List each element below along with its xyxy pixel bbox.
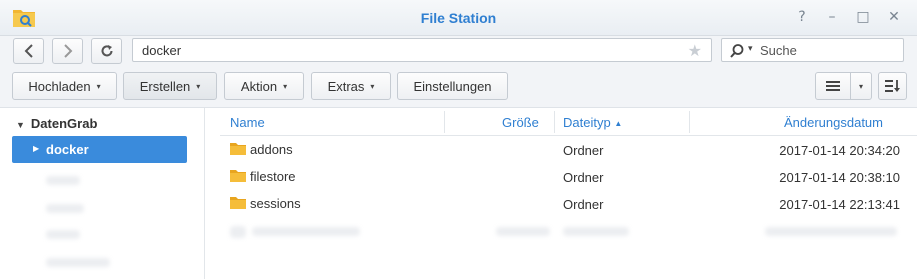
forward-button[interactable] bbox=[52, 38, 83, 64]
sort-icon bbox=[884, 80, 900, 92]
chevron-down-icon: ▾ bbox=[370, 81, 375, 91]
file-date: 2017-01-14 20:38:10 bbox=[779, 170, 900, 185]
expand-triangle-icon[interactable]: ▼ bbox=[16, 120, 25, 130]
folder-tree: ▼ DatenGrab ▶ docker bbox=[0, 108, 205, 279]
sort-button[interactable] bbox=[878, 72, 907, 100]
column-divider[interactable] bbox=[444, 111, 445, 133]
action-label: Aktion bbox=[240, 78, 278, 94]
column-header-name[interactable]: Name bbox=[230, 115, 265, 130]
column-header-size[interactable]: Größe bbox=[502, 115, 539, 130]
blurred-file-date bbox=[765, 227, 897, 236]
blurred-file-size bbox=[496, 227, 550, 236]
folder-icon bbox=[230, 197, 246, 209]
folder-icon bbox=[230, 143, 246, 155]
column-header-type[interactable]: Dateityp ▲ bbox=[563, 115, 622, 130]
file-date: 2017-01-14 22:13:41 bbox=[779, 197, 900, 212]
blurred-tree-item bbox=[46, 204, 84, 213]
upload-button[interactable]: Hochladen ▾ bbox=[12, 72, 117, 100]
search-options-caret-icon[interactable]: ▾ bbox=[748, 43, 753, 54]
blurred-tree-item bbox=[46, 230, 80, 239]
chevron-down-icon: ▾ bbox=[283, 81, 288, 91]
file-list-header: Name Größe Dateityp ▲ Änderungsdatum bbox=[220, 108, 917, 136]
column-header-type-label: Dateityp bbox=[563, 115, 611, 130]
refresh-button[interactable] bbox=[91, 38, 122, 64]
extras-label: Extras bbox=[327, 78, 365, 94]
file-date: 2017-01-14 20:34:20 bbox=[779, 143, 900, 158]
tree-root-label: DatenGrab bbox=[30, 116, 98, 131]
blurred-file-name bbox=[252, 227, 360, 236]
title-bar: File Station ? – □ ✕ bbox=[0, 0, 917, 36]
list-view-icon bbox=[826, 81, 840, 91]
view-options-button[interactable]: ▾ bbox=[850, 72, 872, 100]
blurred-file-type bbox=[563, 227, 629, 236]
file-type: Ordner bbox=[563, 197, 604, 212]
collapse-triangle-icon[interactable]: ▶ bbox=[33, 144, 39, 153]
blurred-tree-item bbox=[46, 258, 110, 267]
table-row[interactable]: addons Ordner 2017-01-14 20:34:20 bbox=[220, 136, 917, 163]
tree-item-label: docker bbox=[46, 142, 89, 157]
blurred-tree-item bbox=[46, 176, 80, 185]
chevron-right-icon bbox=[63, 44, 72, 58]
maximize-icon[interactable]: □ bbox=[855, 9, 871, 25]
file-name: filestore bbox=[250, 169, 296, 184]
settings-label: Einstellungen bbox=[413, 78, 492, 94]
column-divider[interactable] bbox=[689, 111, 690, 133]
toolbar: Hochladen ▾ Erstellen ▾ Aktion ▾ Extras … bbox=[0, 68, 917, 108]
refresh-icon bbox=[101, 45, 112, 57]
help-icon[interactable]: ? bbox=[794, 9, 810, 25]
folder-icon bbox=[230, 170, 246, 182]
chevron-down-icon: ▾ bbox=[96, 81, 101, 91]
list-view-button[interactable] bbox=[815, 72, 851, 100]
blurred-file-icon bbox=[230, 226, 246, 238]
chevron-left-icon bbox=[24, 44, 33, 58]
action-button[interactable]: Aktion ▾ bbox=[224, 72, 304, 100]
tree-root-datengrab[interactable]: ▼ DatenGrab bbox=[16, 116, 97, 131]
table-row[interactable]: sessions Ordner 2017-01-14 22:13:41 bbox=[220, 190, 917, 217]
table-row[interactable]: filestore Ordner 2017-01-14 20:38:10 bbox=[220, 163, 917, 190]
favorite-star-icon[interactable]: ★ bbox=[688, 41, 702, 60]
back-button[interactable] bbox=[13, 38, 44, 64]
sort-ascending-icon: ▲ bbox=[614, 119, 623, 128]
column-header-modified[interactable]: Änderungsdatum bbox=[784, 115, 883, 130]
tree-item-docker[interactable]: ▶ docker bbox=[12, 136, 187, 163]
create-button[interactable]: Erstellen ▾ bbox=[123, 72, 217, 100]
create-label: Erstellen bbox=[139, 78, 191, 94]
file-type: Ordner bbox=[563, 170, 604, 185]
path-input[interactable]: docker ★ bbox=[132, 38, 712, 62]
chevron-down-icon: ▾ bbox=[196, 81, 201, 91]
search-placeholder: Suche bbox=[760, 43, 797, 58]
search-input[interactable]: ▾ Suche bbox=[721, 38, 904, 62]
file-name: sessions bbox=[250, 196, 301, 211]
settings-button[interactable]: Einstellungen bbox=[397, 72, 508, 100]
upload-label: Hochladen bbox=[28, 78, 91, 94]
path-text: docker bbox=[142, 43, 182, 58]
file-list: Name Größe Dateityp ▲ Änderungsdatum add… bbox=[220, 108, 917, 279]
extras-button[interactable]: Extras ▾ bbox=[311, 72, 391, 100]
window-title: File Station bbox=[420, 10, 497, 26]
file-type: Ordner bbox=[563, 143, 604, 158]
close-icon[interactable]: ✕ bbox=[886, 9, 902, 25]
minimize-icon[interactable]: – bbox=[824, 9, 840, 25]
search-icon[interactable] bbox=[729, 43, 745, 59]
chevron-down-icon: ▾ bbox=[858, 81, 863, 91]
table-row-blurred[interactable] bbox=[220, 217, 917, 244]
column-divider[interactable] bbox=[554, 111, 555, 133]
file-name: addons bbox=[250, 142, 293, 157]
